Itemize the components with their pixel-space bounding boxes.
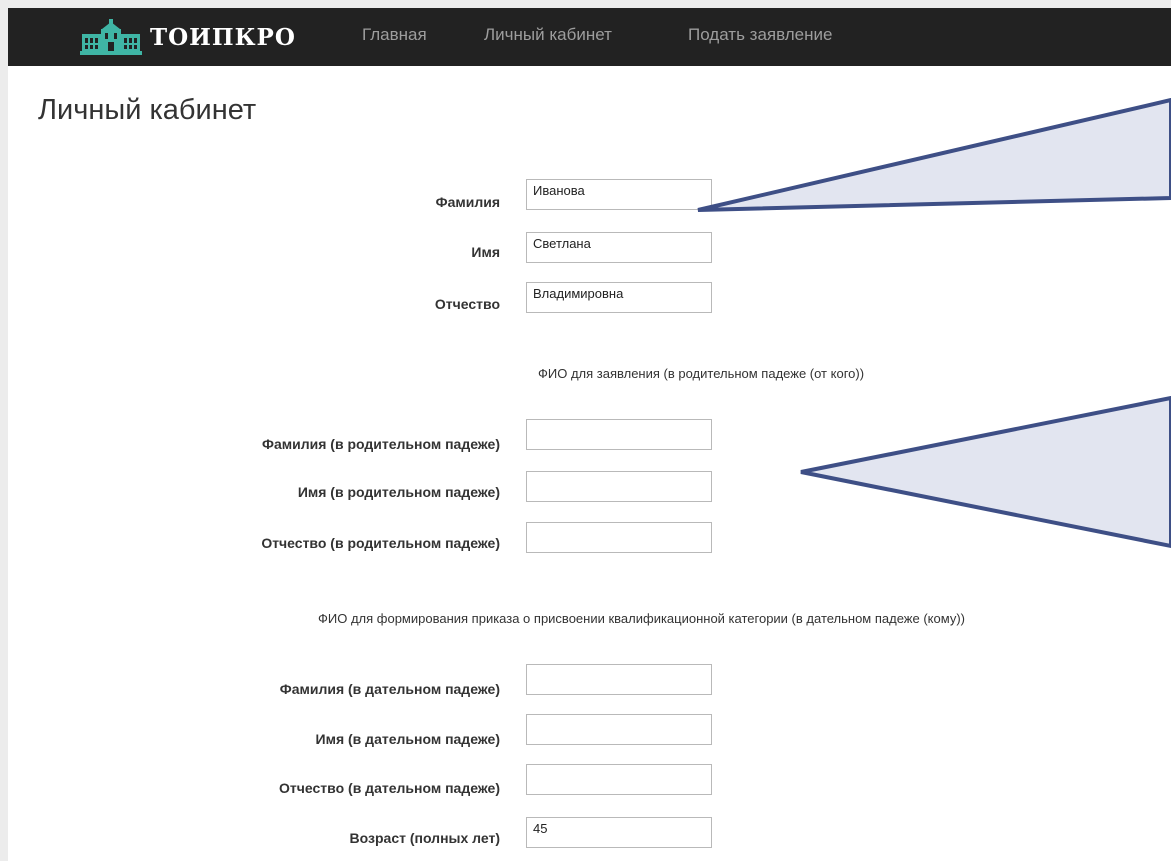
dative-surname-label: Фамилия (в дательном падеже) [279, 681, 500, 697]
patronymic-input[interactable] [526, 282, 712, 313]
dative-surname-input[interactable] [526, 664, 712, 695]
callout-pointer-genitive [800, 395, 1171, 549]
surname-input[interactable] [526, 179, 712, 210]
nav-apply-link[interactable]: Подать заявление [688, 25, 832, 45]
page-title: Личный кабинет [38, 94, 257, 126]
dative-name-label: Имя (в дательном падеже) [315, 731, 500, 747]
genitive-name-label: Имя (в родительном падеже) [297, 484, 500, 500]
dative-patronymic-input[interactable] [526, 764, 712, 795]
nav-cabinet-link[interactable]: Личный кабинет [484, 25, 612, 45]
browser-viewport: ТОИПКРО Главная Личный кабинет Подать за… [8, 8, 1171, 861]
dative-name-input[interactable] [526, 714, 712, 745]
callout-pointer-surname [697, 97, 1171, 212]
brand-name: ТОИПКРО [150, 23, 296, 51]
building-logo-icon [80, 19, 142, 55]
name-input[interactable] [526, 232, 712, 263]
dative-section-caption: ФИО для формирования приказа о присвоени… [318, 611, 965, 626]
top-navbar: ТОИПКРО Главная Личный кабинет Подать за… [8, 8, 1171, 66]
age-label: Возраст (полных лет) [349, 830, 500, 846]
genitive-section-caption: ФИО для заявления (в родительном падеже … [538, 366, 865, 381]
age-input[interactable] [526, 817, 712, 848]
name-label: Имя [471, 244, 500, 260]
dative-patronymic-label: Отчество (в дательном падеже) [279, 780, 500, 796]
genitive-name-input[interactable] [526, 471, 712, 502]
patronymic-label: Отчество [434, 296, 500, 312]
genitive-surname-input[interactable] [526, 419, 712, 450]
genitive-patronymic-label: Отчество (в родительном падеже) [261, 535, 500, 551]
brand-link[interactable]: ТОИПКРО [80, 18, 296, 56]
nav-home-link[interactable]: Главная [362, 25, 427, 45]
genitive-patronymic-input[interactable] [526, 522, 712, 553]
genitive-surname-label: Фамилия (в родительном падеже) [262, 436, 500, 452]
surname-label: Фамилия [435, 194, 500, 210]
